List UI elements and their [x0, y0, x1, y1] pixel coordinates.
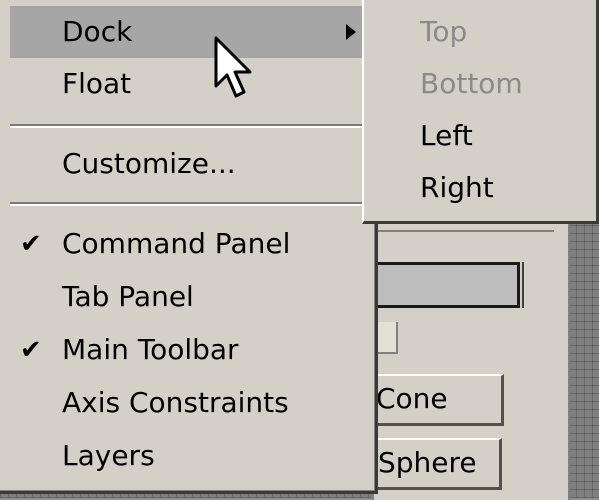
sphere-button[interactable]: Sphere [366, 438, 502, 490]
menu-item-label: Main Toolbar [62, 333, 239, 366]
sphere-button-label: Sphere [378, 446, 477, 479]
menu-item-main-toolbar[interactable]: ✔ Main Toolbar [10, 324, 362, 376]
submenu-item-left[interactable]: Left [420, 110, 473, 162]
arrow-cursor-icon [214, 36, 252, 98]
menu-item-customize[interactable]: Customize... [10, 138, 362, 190]
cone-button-label: Cone [376, 382, 448, 415]
menu-item-tab-panel[interactable]: Tab Panel [10, 271, 362, 323]
menu-item-command-panel[interactable]: ✔ Command Panel [10, 218, 362, 270]
menu-item-layers[interactable]: Layers [10, 430, 362, 482]
menu-item-label: Layers [62, 439, 155, 472]
menu-separator [10, 124, 362, 128]
menu-item-label: Dock [62, 15, 133, 48]
menu-item-float[interactable]: Float [10, 58, 362, 110]
menu-item-label: Axis Constraints [62, 386, 289, 419]
cone-button[interactable]: Cone [360, 374, 504, 426]
checkmark-icon: ✔ [20, 229, 42, 259]
menu-item-label: Command Panel [62, 227, 291, 260]
dock-submenu: Top Bottom Left Right [362, 0, 599, 224]
toolbar-context-menu: Dock Float Customize... ✔ Command Panel … [0, 0, 378, 494]
color-swatch[interactable] [522, 262, 530, 308]
submenu-item-top[interactable]: Top [420, 6, 467, 58]
menu-item-dock[interactable]: Dock [10, 6, 362, 58]
menu-item-axis-constraints[interactable]: Axis Constraints [10, 377, 362, 429]
menu-item-label: Tab Panel [62, 280, 194, 313]
checkmark-icon: ✔ [20, 335, 42, 365]
submenu-arrow-icon [346, 24, 356, 40]
submenu-item-right[interactable]: Right [420, 162, 494, 214]
object-name-field[interactable] [374, 262, 520, 308]
menu-item-label: Customize... [62, 147, 236, 180]
menu-separator [10, 202, 362, 206]
submenu-item-bottom[interactable]: Bottom [420, 58, 523, 110]
menu-item-label: Float [62, 67, 132, 100]
